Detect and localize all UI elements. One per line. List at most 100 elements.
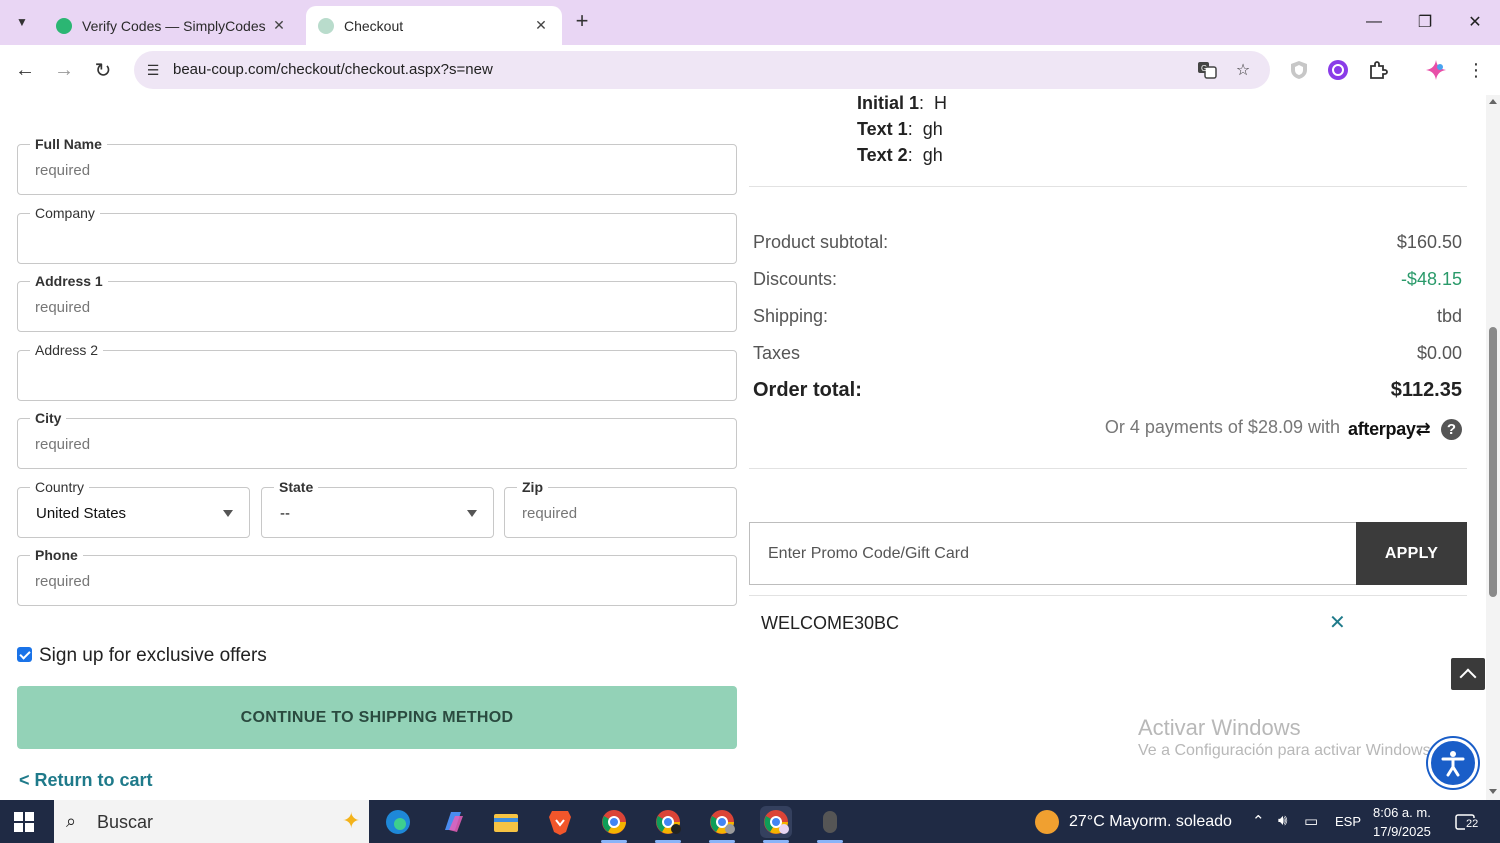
translate-icon[interactable]: G bbox=[1196, 59, 1218, 81]
scroll-up-arrow-icon[interactable] bbox=[1489, 99, 1497, 104]
shipping-label: Shipping: bbox=[753, 306, 829, 326]
address-bar[interactable]: ☰ beau-coup.com/checkout/checkout.aspx?s… bbox=[134, 51, 1270, 89]
taskbar-search-text[interactable]: Buscar bbox=[97, 812, 153, 833]
state-value[interactable]: -- bbox=[280, 505, 290, 522]
apply-promo-button[interactable]: APPLY bbox=[1356, 522, 1467, 585]
chrome-profile-icon[interactable] bbox=[706, 806, 738, 838]
chrome-active-icon[interactable] bbox=[760, 806, 792, 838]
phone-label: Phone bbox=[30, 547, 83, 563]
address1-input[interactable]: required bbox=[35, 299, 90, 316]
address2-label: Address 2 bbox=[30, 342, 104, 358]
order-total-label: Order total: bbox=[753, 379, 862, 401]
windows-taskbar: ⌕ Buscar ✦ bbox=[0, 800, 1500, 843]
file-explorer-icon[interactable] bbox=[490, 806, 522, 838]
windows-activation-title: Activar Windows bbox=[1138, 715, 1301, 740]
address2-field[interactable]: Address 2 bbox=[17, 342, 737, 401]
chevron-down-icon[interactable] bbox=[223, 510, 233, 517]
edge-icon[interactable] bbox=[382, 806, 414, 838]
browser-toolbar: ← → ↻ ☰ beau-coup.com/checkout/checkout.… bbox=[0, 45, 1500, 95]
scrollbar-thumb[interactable] bbox=[1489, 327, 1497, 597]
continue-to-shipping-button[interactable]: CONTINUE TO SHIPPING METHOD bbox=[17, 686, 737, 749]
promo-code-placeholder[interactable]: Enter Promo Code/Gift Card bbox=[768, 545, 969, 563]
clock-date: 17/9/2025 bbox=[1373, 824, 1431, 839]
taskbar-search-box[interactable]: ⌕ Buscar ✦ bbox=[54, 800, 369, 843]
minimize-icon[interactable]: — bbox=[1352, 8, 1396, 36]
tab-search-chevron-icon[interactable]: ▼ bbox=[8, 8, 36, 36]
item-attribute: Initial 1: H bbox=[857, 95, 948, 113]
city-input[interactable]: required bbox=[35, 436, 90, 453]
volume-icon[interactable]: 🔊︎ bbox=[1278, 812, 1287, 829]
page-scrollbar[interactable] bbox=[1486, 95, 1500, 800]
shipping-value: tbd bbox=[1436, 306, 1462, 326]
notifications-icon[interactable]: 22 bbox=[1455, 813, 1480, 836]
tab-simplycodes[interactable]: Verify Codes — SimplyCodes ✕ bbox=[44, 6, 300, 45]
window-close-icon[interactable]: ✕ bbox=[1453, 8, 1497, 36]
offers-checkbox[interactable] bbox=[17, 647, 32, 662]
accessibility-icon[interactable] bbox=[1428, 738, 1478, 788]
promo-code-input[interactable]: Enter Promo Code/Gift Card bbox=[749, 522, 1357, 585]
applied-code: WELCOME30BC bbox=[761, 613, 900, 633]
forward-arrow-icon[interactable]: → bbox=[49, 55, 79, 85]
phone-input[interactable]: required bbox=[35, 573, 90, 590]
new-tab-plus-icon[interactable]: + bbox=[570, 10, 594, 34]
beaucoup-favicon-icon bbox=[318, 17, 334, 34]
help-question-icon[interactable]: ? bbox=[1441, 419, 1462, 440]
restore-icon[interactable]: ❐ bbox=[1403, 8, 1447, 36]
weather-text[interactable]: 27°C Mayorm. soleado bbox=[1069, 813, 1232, 831]
city-field[interactable]: City required bbox=[17, 410, 737, 469]
reload-icon[interactable]: ↻ bbox=[88, 55, 118, 85]
order-total-value: $112.35 bbox=[1390, 379, 1462, 401]
network-icon[interactable]: ▭ bbox=[1304, 812, 1318, 830]
afterpay-arrows-icon: ⇄ bbox=[1415, 419, 1431, 439]
tab-close-icon[interactable]: ✕ bbox=[270, 17, 288, 35]
attribute-name: Text 1 bbox=[857, 119, 908, 139]
checkout-page: Full Name required Company Address 1 req… bbox=[0, 95, 1486, 800]
windows-start-icon[interactable] bbox=[14, 812, 34, 832]
scroll-down-arrow-icon[interactable] bbox=[1489, 789, 1497, 794]
taxes-label: Taxes bbox=[753, 343, 801, 363]
purple-extension-icon[interactable] bbox=[1326, 58, 1350, 82]
notification-count: 22 bbox=[1465, 818, 1480, 830]
full-name-field[interactable]: Full Name required bbox=[17, 136, 737, 195]
chrome-profile-icon[interactable] bbox=[652, 806, 684, 838]
chevron-down-icon[interactable] bbox=[467, 510, 477, 517]
state-select[interactable]: State -- bbox=[261, 479, 494, 538]
address1-label: Address 1 bbox=[30, 273, 108, 289]
pinned-app-icon[interactable] bbox=[814, 806, 846, 838]
copilot-icon[interactable] bbox=[437, 806, 469, 838]
company-field[interactable]: Company bbox=[17, 205, 737, 264]
address-url[interactable]: beau-coup.com/checkout/checkout.aspx?s=n… bbox=[173, 61, 493, 78]
weather-sun-icon[interactable] bbox=[1035, 810, 1059, 834]
bookmark-star-icon[interactable]: ☆ bbox=[1232, 59, 1254, 81]
windows-activation-subtitle: Ve a Configuración para activar Windows. bbox=[1138, 742, 1436, 759]
country-value[interactable]: United States bbox=[36, 505, 126, 522]
applied-code-row: WELCOME30BC ✕ bbox=[749, 595, 1467, 647]
address1-field[interactable]: Address 1 required bbox=[17, 273, 737, 332]
browser-menu-icon[interactable]: ⋮ bbox=[1464, 58, 1488, 82]
zip-field[interactable]: Zip required bbox=[504, 479, 737, 538]
gemini-icon[interactable] bbox=[1424, 58, 1448, 82]
language-indicator[interactable]: ESP bbox=[1335, 814, 1361, 829]
shield-extension-icon[interactable] bbox=[1287, 58, 1311, 82]
chrome-icon[interactable] bbox=[598, 806, 630, 838]
summary-divider bbox=[749, 186, 1467, 187]
tab-close-icon[interactable]: ✕ bbox=[532, 17, 550, 35]
zip-input[interactable]: required bbox=[522, 505, 577, 522]
phone-field[interactable]: Phone required bbox=[17, 547, 737, 606]
item-attribute: Text 1: gh bbox=[857, 119, 943, 139]
tab-checkout[interactable]: Checkout ✕ bbox=[306, 6, 562, 45]
brave-icon[interactable] bbox=[544, 806, 576, 838]
country-select[interactable]: Country United States bbox=[17, 479, 250, 538]
remove-code-close-icon[interactable]: ✕ bbox=[1329, 610, 1346, 635]
taskbar-clock[interactable]: 8:06 a. m. 17/9/2025 bbox=[1373, 803, 1431, 841]
site-info-icon[interactable]: ☰ bbox=[142, 59, 164, 81]
full-name-input[interactable]: required bbox=[35, 162, 90, 179]
return-to-cart-link[interactable]: < Return to cart bbox=[19, 770, 153, 791]
scroll-to-top-chevron-icon[interactable] bbox=[1451, 658, 1485, 690]
browser-tab-strip: ▼ Verify Codes — SimplyCodes ✕ Checkout … bbox=[0, 0, 1500, 45]
offers-label[interactable]: Sign up for exclusive offers bbox=[39, 645, 267, 667]
back-arrow-icon[interactable]: ← bbox=[10, 55, 40, 85]
extensions-puzzle-icon[interactable] bbox=[1366, 58, 1390, 82]
show-hidden-icons-chevron-icon[interactable]: ⌃ bbox=[1252, 812, 1265, 830]
clock-time: 8:06 a. m. bbox=[1373, 805, 1431, 820]
